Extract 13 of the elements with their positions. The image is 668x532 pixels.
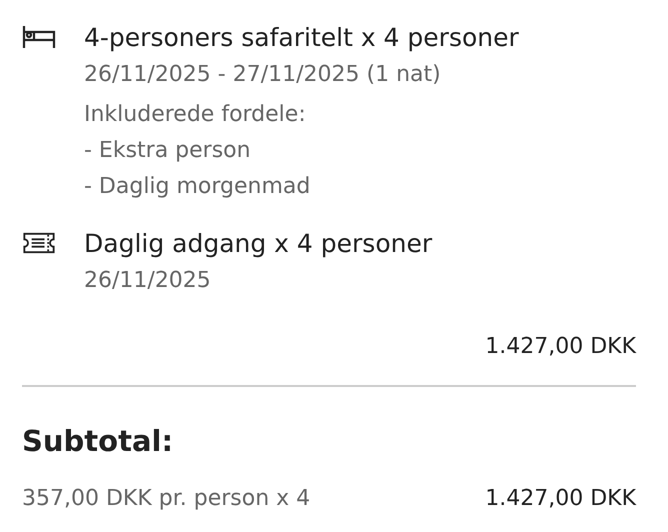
subtotal-detail: 357,00 DKK pr. person x 4 (22, 485, 310, 513)
subtotal-label: Subtotal: (22, 423, 174, 460)
subtotal-amount: 1.427,00 DKK (485, 485, 636, 513)
item-total-price: 1.427,00 DKK (484, 333, 636, 361)
item-title: Daglig adgang x 4 personer (84, 228, 432, 260)
item-detail: - Ekstra person (84, 137, 252, 165)
bed-icon (22, 26, 56, 48)
item-title: 4-personers safaritelt x 4 personer (84, 22, 519, 54)
item-detail: Inkluderede fordele: (84, 101, 307, 129)
ticket-icon (22, 232, 56, 254)
item-detail: 26/11/2025 (84, 267, 212, 295)
item-detail: - Daglig morgenmad (84, 173, 312, 201)
item-detail: 26/11/2025 - 27/11/2025 (1 nat) (84, 61, 442, 89)
